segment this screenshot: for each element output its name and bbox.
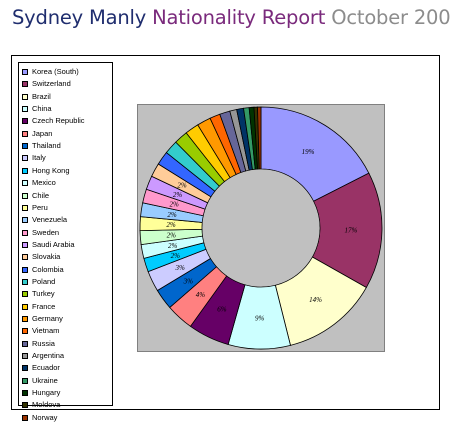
- slice-label: 2%: [166, 221, 176, 229]
- slice-label: 2%: [177, 181, 187, 189]
- slice-label: 9%: [255, 314, 265, 322]
- slice-label: 2%: [171, 252, 181, 260]
- doughnut-hole: [202, 169, 320, 287]
- slice-label: 6%: [217, 306, 227, 314]
- slice-label: 2%: [173, 191, 183, 199]
- slice-label: 14%: [309, 296, 322, 304]
- slice-label: 2%: [167, 232, 177, 240]
- slice-label: 3%: [183, 278, 194, 286]
- slice-label: 2%: [167, 211, 177, 219]
- slice-label: 3%: [175, 264, 186, 272]
- doughnut-chart: 19%17%14%9%6%4%3%3%2%2%2%2%2%2%2%2%: [139, 106, 383, 350]
- slice-label: 2%: [168, 242, 178, 250]
- slice-label: 17%: [345, 226, 358, 234]
- slice-label: 2%: [170, 201, 180, 209]
- slice-label: 19%: [302, 148, 315, 156]
- slice-label: 4%: [196, 291, 206, 299]
